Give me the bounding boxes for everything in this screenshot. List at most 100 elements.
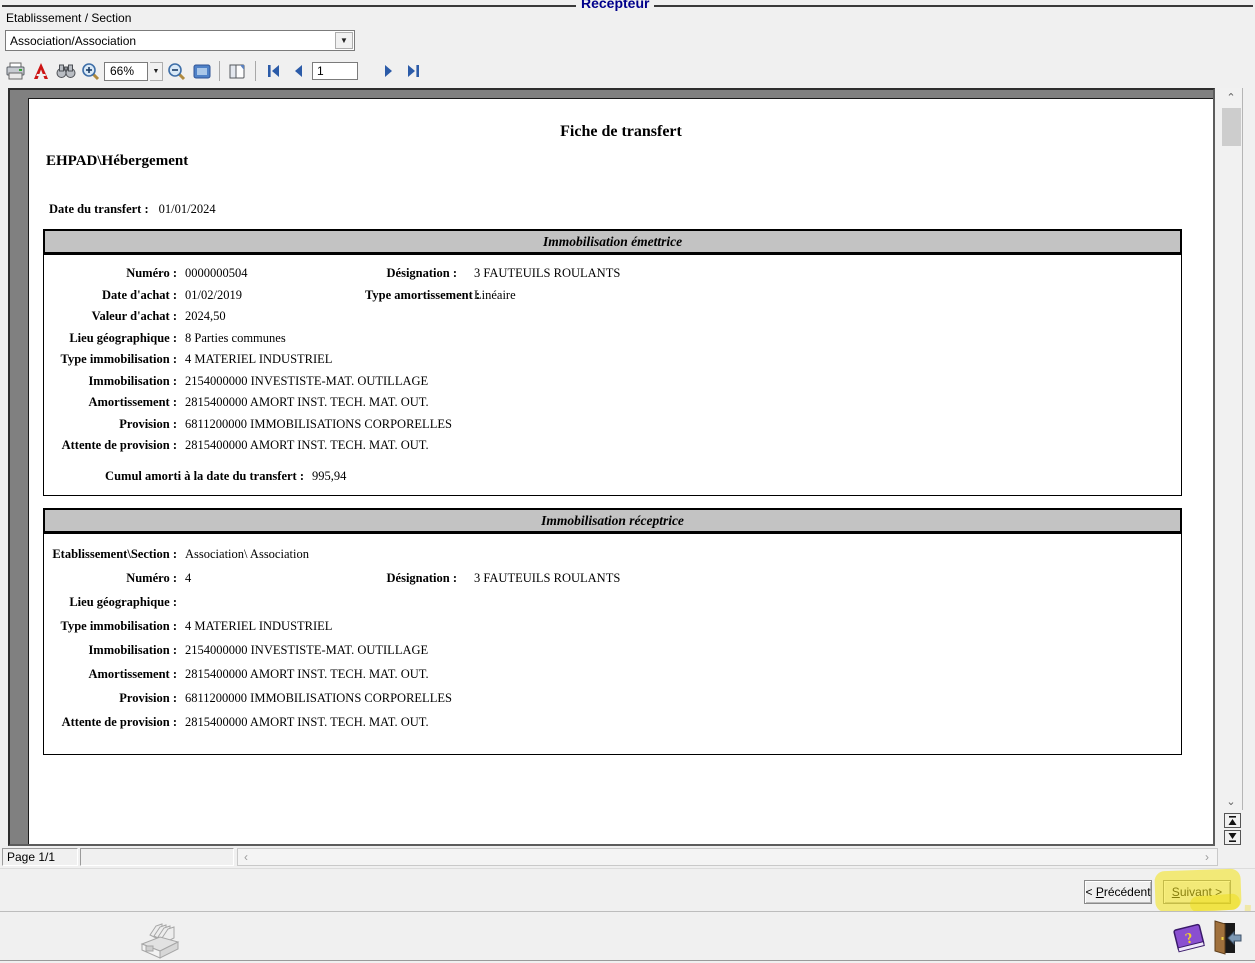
zoom-level-value: 66%: [110, 64, 134, 78]
field-value: 6811200000 IMMOBILISATIONS CORPORELLES: [185, 691, 1181, 706]
field-row: Immobilisation : 2154000000 INVESTISTE-M…: [44, 638, 1181, 662]
field-label: Numéro :: [44, 571, 185, 586]
field-row: Amortissement : 2815400000 AMORT INST. T…: [44, 392, 1181, 414]
fit-page-button[interactable]: [190, 60, 213, 83]
exit-button[interactable]: [1210, 919, 1242, 960]
export-pdf-button[interactable]: [29, 60, 52, 83]
card-index-button-disabled: [136, 920, 182, 963]
field-label: Amortissement :: [44, 667, 185, 682]
horizontal-scrollbar[interactable]: ‹ ›: [237, 848, 1218, 866]
field-row: Valeur d'achat : 2024,50: [44, 306, 1181, 328]
etablissement-section-label: Etablissement / Section: [6, 11, 131, 25]
scroll-left-icon[interactable]: ‹: [244, 850, 248, 864]
chevron-down-icon[interactable]: ▼: [335, 32, 353, 49]
zoom-level-select[interactable]: 66%: [104, 62, 148, 81]
field-label: Cumul amorti à la date du transfert :: [44, 469, 312, 484]
etablissement-section-combobox[interactable]: Association/Association ▼: [5, 30, 355, 51]
report-subtitle: EHPAD\Hébergement: [46, 153, 188, 170]
vertical-scrollbar-thumb[interactable]: [1222, 108, 1241, 146]
print-button[interactable]: [4, 60, 27, 83]
transfer-date-row: Date du transfert : 01/01/2024: [49, 202, 216, 217]
field-label2: Type amortissement :: [365, 288, 465, 303]
last-page-icon: [405, 64, 421, 78]
precedent-button[interactable]: < Précédent: [1084, 880, 1152, 904]
section-header: Immobilisation réceptrice: [43, 508, 1182, 533]
scroll-bottom-icon: [1228, 833, 1237, 842]
suivant-button[interactable]: Suivant >: [1163, 880, 1231, 904]
field-row: Type immobilisation : 4 MATERIEL INDUSTR…: [44, 349, 1181, 371]
help-book-icon: ?: [1170, 921, 1208, 955]
field-row: Etablissement\Section : Association\ Ass…: [44, 542, 1181, 566]
exit-door-icon: [1210, 919, 1242, 957]
field-label2: Désignation :: [365, 266, 465, 281]
field-label: Immobilisation :: [44, 374, 185, 389]
field-value2: Linéaire: [465, 288, 1181, 303]
field-value: 2815400000 AMORT INST. TECH. MAT. OUT.: [185, 715, 1181, 730]
field-label: Attente de provision :: [44, 438, 185, 453]
prev-page-button[interactable]: [287, 60, 310, 83]
field-label: Amortissement :: [44, 395, 185, 410]
field-label: Type immobilisation :: [44, 619, 185, 634]
scroll-to-bottom-button[interactable]: [1224, 830, 1241, 845]
recepteur-group-label: Récepteur: [576, 0, 654, 11]
field-value: 4 MATERIEL INDUSTRIEL: [185, 619, 1181, 634]
field-label: Lieu géographique :: [44, 595, 185, 610]
page-number-input[interactable]: [312, 62, 358, 80]
scroll-down-icon[interactable]: ⌄: [1220, 792, 1242, 810]
field-value: 0000000504: [185, 266, 365, 281]
preview-icon: [193, 64, 211, 79]
field-value: 4 MATERIEL INDUSTRIEL: [185, 352, 1181, 367]
find-button[interactable]: [54, 60, 77, 83]
scroll-to-top-button[interactable]: [1224, 813, 1241, 828]
toc-button[interactable]: [226, 60, 249, 83]
field-value: 2815400000 AMORT INST. TECH. MAT. OUT.: [185, 667, 1181, 682]
field-row: Numéro : 0000000504 Désignation : 3 FAUT…: [44, 263, 1181, 285]
zoom-out-icon: [167, 62, 186, 81]
field-label2: Désignation :: [365, 571, 465, 586]
field-row: Date d'achat : 01/02/2019 Type amortisse…: [44, 285, 1181, 307]
field-value: 2815400000 AMORT INST. TECH. MAT. OUT.: [185, 395, 1181, 410]
field-value2: 3 FAUTEUILS ROULANTS: [465, 266, 1181, 281]
scroll-top-icon: [1228, 816, 1237, 825]
field-label: Attente de provision :: [44, 715, 185, 730]
scroll-right-icon[interactable]: ›: [1205, 850, 1209, 864]
section-body: Etablissement\Section : Association\ Ass…: [43, 533, 1182, 755]
field-value: 995,94: [312, 469, 1181, 484]
section-header: Immobilisation émettrice: [43, 229, 1182, 254]
field-value: 8 Parties communes: [185, 331, 1181, 346]
field-label: Valeur d'achat :: [44, 309, 185, 324]
last-page-button[interactable]: [401, 60, 424, 83]
first-page-button[interactable]: [262, 60, 285, 83]
next-page-button[interactable]: [376, 60, 399, 83]
report-title: Fiche de transfert: [29, 123, 1213, 141]
report-toolbar: 66% ▼: [4, 58, 424, 84]
field-row: Provision : 6811200000 IMMOBILISATIONS C…: [44, 686, 1181, 710]
card-index-icon: [136, 920, 182, 960]
field-label: Immobilisation :: [44, 643, 185, 658]
field-row: Lieu géographique :: [44, 590, 1181, 614]
zoom-out-button[interactable]: [165, 60, 188, 83]
pdf-icon: [32, 62, 50, 80]
status-panel-empty: [80, 848, 234, 866]
field-row: Cumul amorti à la date du transfert : 99…: [44, 466, 1181, 488]
scroll-up-icon[interactable]: ⌃: [1220, 88, 1242, 106]
prev-page-icon: [292, 64, 306, 78]
field-row: Provision : 6811200000 IMMOBILISATIONS C…: [44, 414, 1181, 436]
field-value: 4: [185, 571, 365, 586]
field-value: 2815400000 AMORT INST. TECH. MAT. OUT.: [185, 438, 1181, 453]
field-value: 6811200000 IMMOBILISATIONS CORPORELLES: [185, 417, 1181, 432]
field-row: Attente de provision : 2815400000 AMORT …: [44, 435, 1181, 457]
zoom-in-button[interactable]: [79, 60, 102, 83]
vertical-scrollbar[interactable]: ⌃ ⌄: [1220, 88, 1243, 810]
toolbar-separator: [255, 61, 256, 81]
field-label: Provision :: [44, 691, 185, 706]
report-preview-area: Fiche de transfert EHPAD\Hébergement Dat…: [8, 88, 1215, 846]
page-info-panel: Page 1/1: [2, 848, 78, 866]
help-button[interactable]: ?: [1170, 921, 1208, 958]
zoom-level-dropdown-arrow[interactable]: ▼: [150, 62, 163, 81]
report-page: Fiche de transfert EHPAD\Hébergement Dat…: [28, 98, 1214, 846]
transfer-date-value: 01/01/2024: [159, 202, 216, 217]
wizard-button-band: < Précédent Suivant >: [0, 868, 1255, 911]
field-row: Numéro : 4 Désignation : 3 FAUTEUILS ROU…: [44, 566, 1181, 590]
field-row: Immobilisation : 2154000000 INVESTISTE-M…: [44, 371, 1181, 393]
